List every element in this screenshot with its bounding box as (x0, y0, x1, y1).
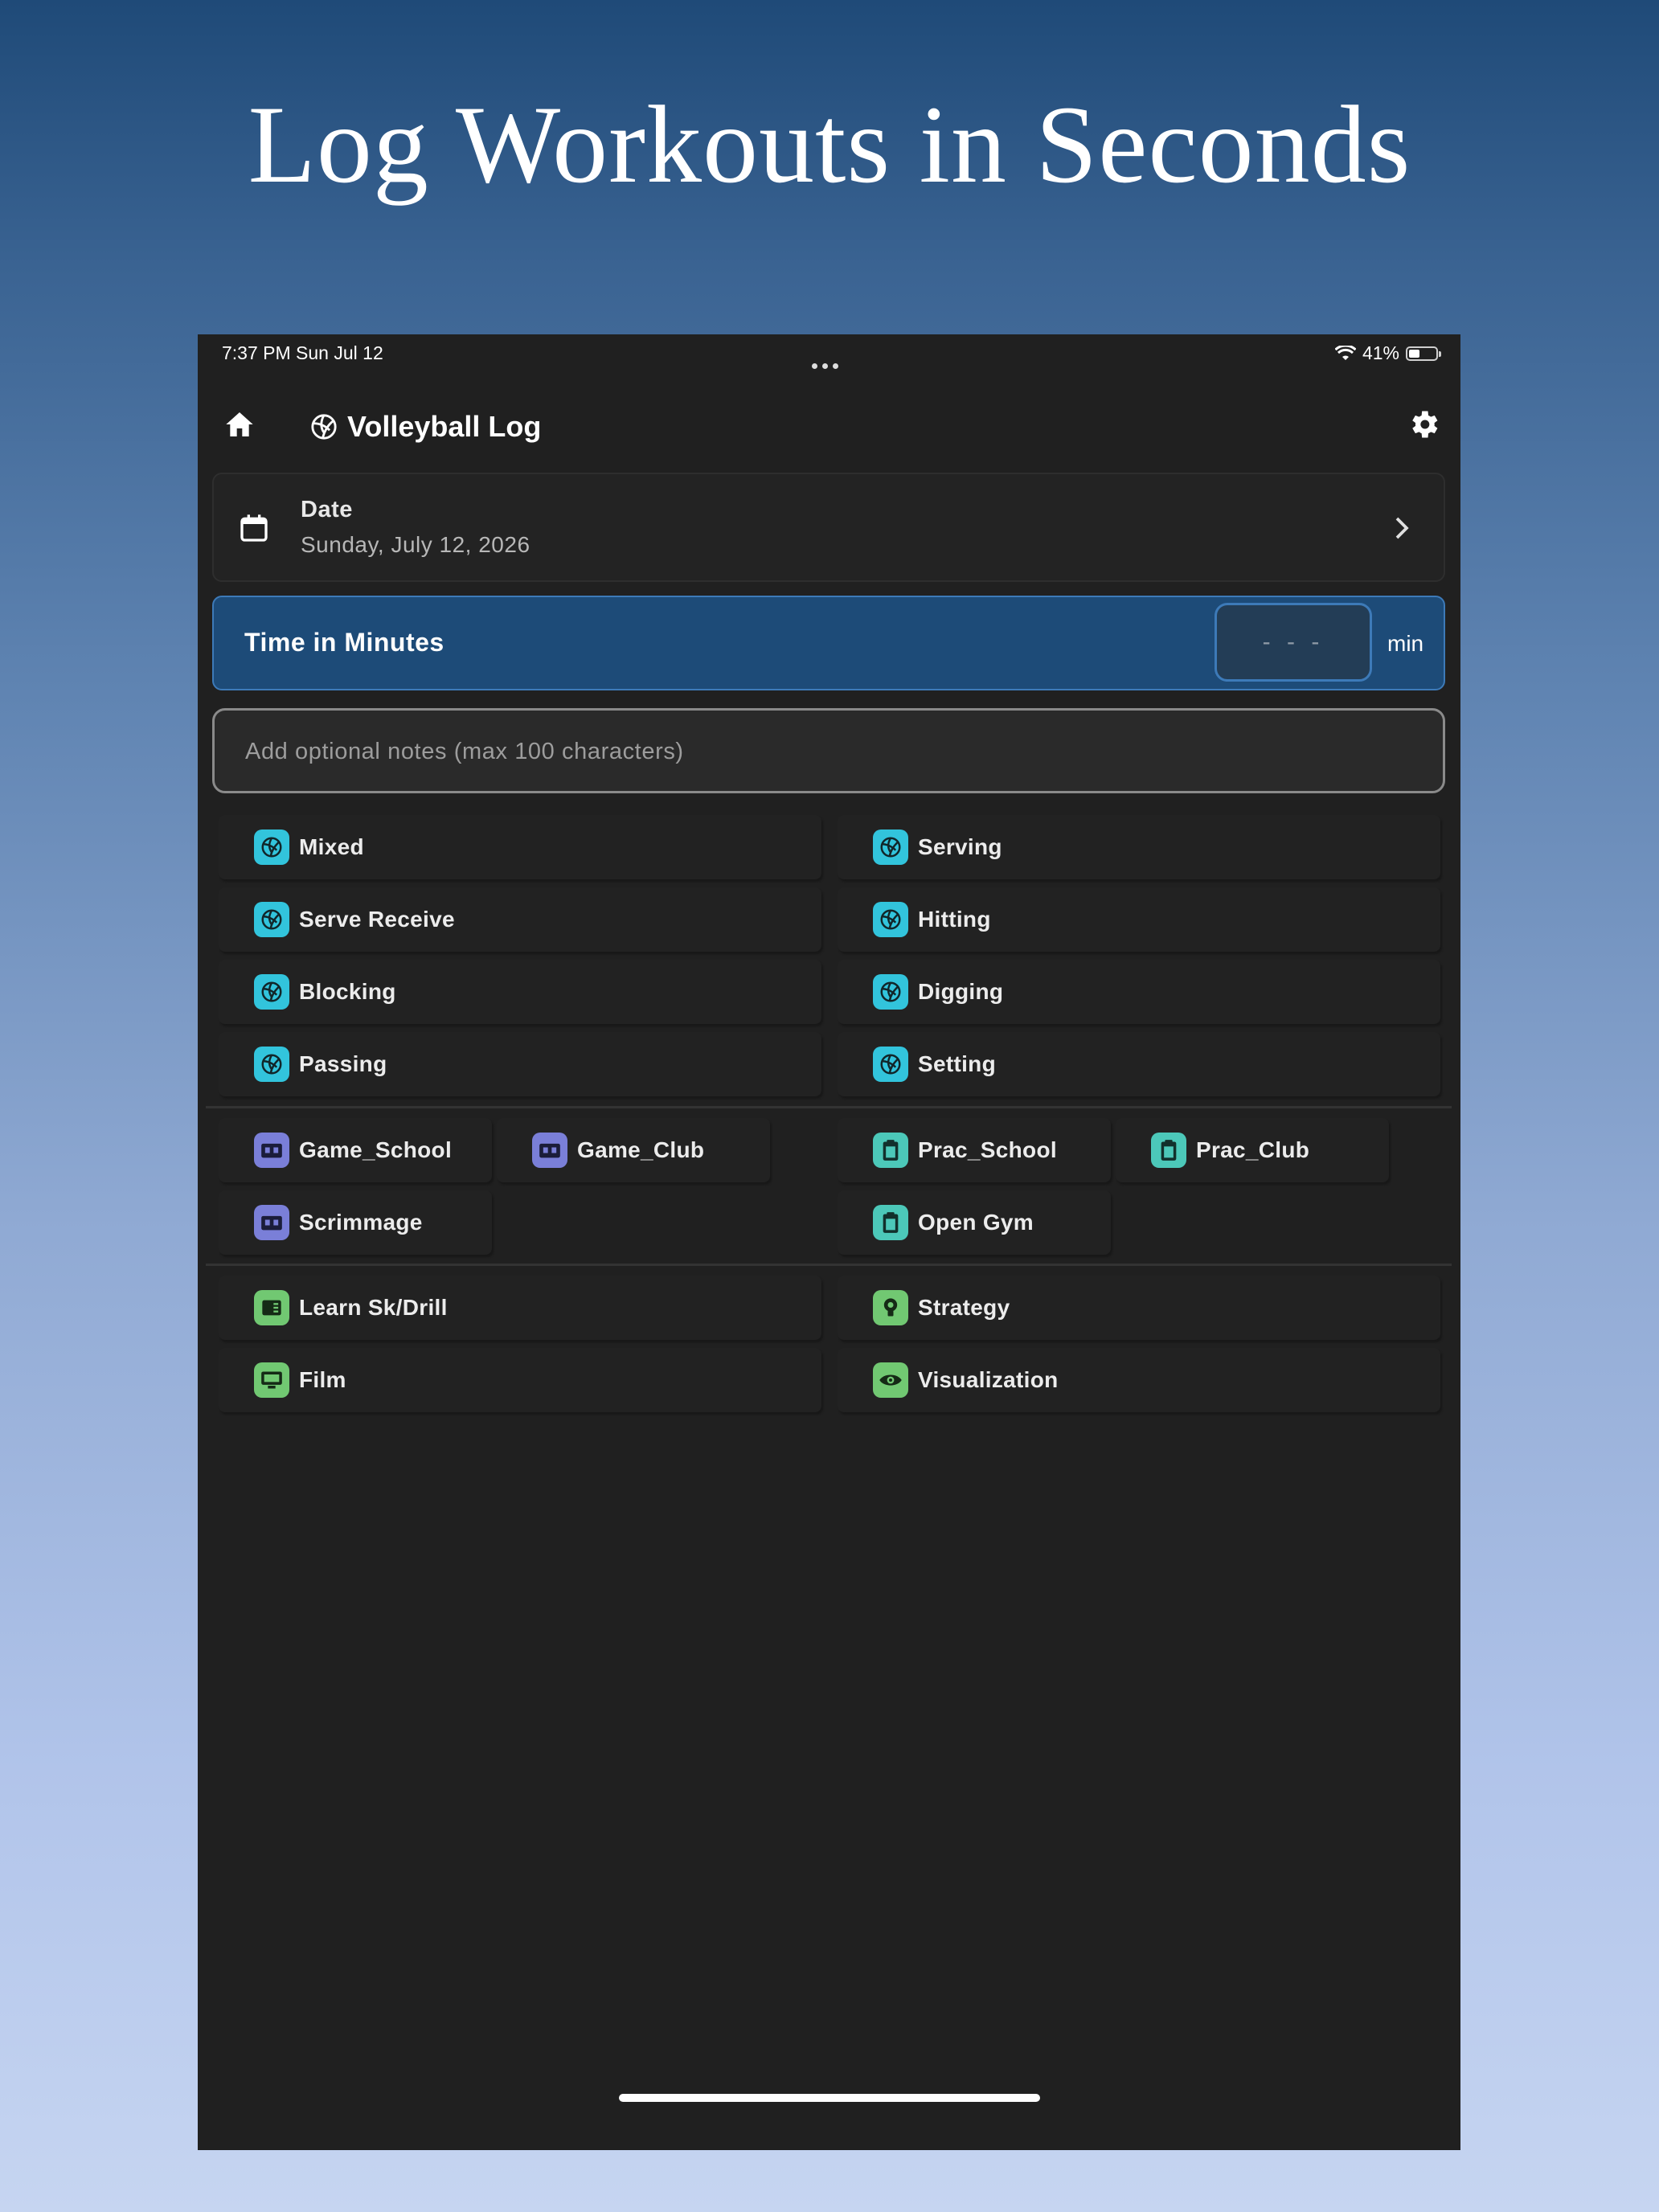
minutes-input[interactable]: - - - (1215, 603, 1372, 682)
app-title: Volleyball Log (310, 410, 541, 444)
chevron-right-icon (1395, 517, 1409, 539)
eye-icon (873, 1362, 908, 1398)
chip-label: Scrimmage (299, 1210, 423, 1235)
volleyball-icon (254, 1047, 289, 1082)
chip-label: Game_School (299, 1137, 453, 1162)
volleyball-icon (873, 830, 908, 865)
skill-chip-mixed[interactable]: Mixed (219, 815, 821, 879)
wifi-icon (1334, 345, 1356, 360)
volleyball-icon (254, 974, 289, 1010)
calendar-icon (240, 514, 268, 542)
training-chip-strategy[interactable]: Strategy (838, 1276, 1440, 1340)
volleyball-icon (873, 974, 908, 1010)
time-label: Time in Minutes (244, 628, 444, 657)
chip-label: Film (299, 1367, 346, 1392)
clipboard-icon (1151, 1133, 1186, 1168)
battery-percent: 41% (1362, 342, 1399, 363)
volleyball-icon (873, 902, 908, 937)
training-chip-visualization[interactable]: Visualization (838, 1348, 1440, 1412)
status-time: 7:37 PM Sun Jul 12 (222, 342, 383, 363)
date-picker-row[interactable]: Date Sunday, July 12, 2026 (212, 473, 1445, 582)
date-label: Date (301, 497, 353, 522)
monitor-icon (254, 1362, 289, 1398)
session-chip-open-gym[interactable]: Open Gym (838, 1190, 1111, 1255)
status-right: 41% (1334, 342, 1441, 364)
session-chip-prac-school[interactable]: Prac_School (838, 1118, 1111, 1182)
section-divider (206, 1264, 1452, 1266)
skill-chip-blocking[interactable]: Blocking (219, 960, 821, 1024)
scoreboard-icon (254, 1205, 289, 1240)
chip-label: Mixed (299, 834, 364, 859)
date-value: Sunday, July 12, 2026 (301, 532, 530, 557)
chip-label: Game_Club (577, 1137, 705, 1162)
session-chip-game-club[interactable]: Game_Club (497, 1118, 770, 1182)
home-indicator[interactable] (619, 2094, 1040, 2102)
chip-label: Blocking (299, 979, 396, 1004)
chip-label: Learn Sk/Drill (299, 1295, 448, 1320)
scoreboard-icon (254, 1133, 289, 1168)
app-screen: 7:37 PM Sun Jul 12 41% Volleyball Log Da… (198, 334, 1460, 2150)
session-chip-scrimmage[interactable]: Scrimmage (219, 1190, 492, 1255)
training-chip-film[interactable]: Film (219, 1348, 821, 1412)
book-icon (254, 1290, 289, 1325)
volleyball-icon (254, 830, 289, 865)
notes-placeholder: Add optional notes (max 100 characters) (245, 739, 684, 764)
gear-icon[interactable] (1406, 407, 1441, 442)
skill-chip-passing[interactable]: Passing (219, 1032, 821, 1096)
app-title-text: Volleyball Log (347, 410, 542, 443)
session-chip-game-school[interactable]: Game_School (219, 1118, 492, 1182)
volleyball-icon (873, 1047, 908, 1082)
headline: Log Workouts in Seconds (248, 83, 1411, 206)
chip-label: Prac_Club (1196, 1137, 1310, 1162)
volleyball-icon (311, 414, 337, 440)
session-chip-prac-club[interactable]: Prac_Club (1116, 1118, 1389, 1182)
skill-chip-digging[interactable]: Digging (838, 960, 1440, 1024)
chip-label: Hitting (918, 907, 991, 932)
chip-label: Open Gym (918, 1210, 1034, 1235)
skill-chip-serving[interactable]: Serving (838, 815, 1440, 879)
skill-chip-setting[interactable]: Setting (838, 1032, 1440, 1096)
training-chip-learn-drill[interactable]: Learn Sk/Drill (219, 1276, 821, 1340)
status-bar: 7:37 PM Sun Jul 12 41% (198, 334, 1460, 379)
scoreboard-icon (532, 1133, 567, 1168)
chip-label: Serve Receive (299, 907, 455, 932)
volleyball-icon (254, 902, 289, 937)
chip-label: Visualization (918, 1367, 1059, 1392)
skill-chip-hitting[interactable]: Hitting (838, 887, 1440, 952)
notes-input[interactable]: Add optional notes (max 100 characters) (212, 708, 1445, 793)
section-divider (206, 1106, 1452, 1108)
chip-label: Setting (918, 1051, 996, 1076)
time-in-minutes-row: Time in Minutes - - - min (212, 596, 1445, 690)
lightbulb-icon (873, 1290, 908, 1325)
chip-label: Passing (299, 1051, 387, 1076)
top-bar: Volleyball Log (198, 383, 1460, 476)
chip-label: Digging (918, 979, 1004, 1004)
clipboard-icon (873, 1205, 908, 1240)
chip-label: Strategy (918, 1295, 1010, 1320)
minutes-unit: min (1387, 631, 1424, 656)
chip-label: Prac_School (918, 1137, 1057, 1162)
chip-label: Serving (918, 834, 1002, 859)
home-icon[interactable] (223, 408, 256, 440)
battery-icon (1406, 346, 1441, 361)
multitasking-dots-icon[interactable] (812, 352, 847, 374)
clipboard-icon (873, 1133, 908, 1168)
skill-chip-serve-receive[interactable]: Serve Receive (219, 887, 821, 952)
